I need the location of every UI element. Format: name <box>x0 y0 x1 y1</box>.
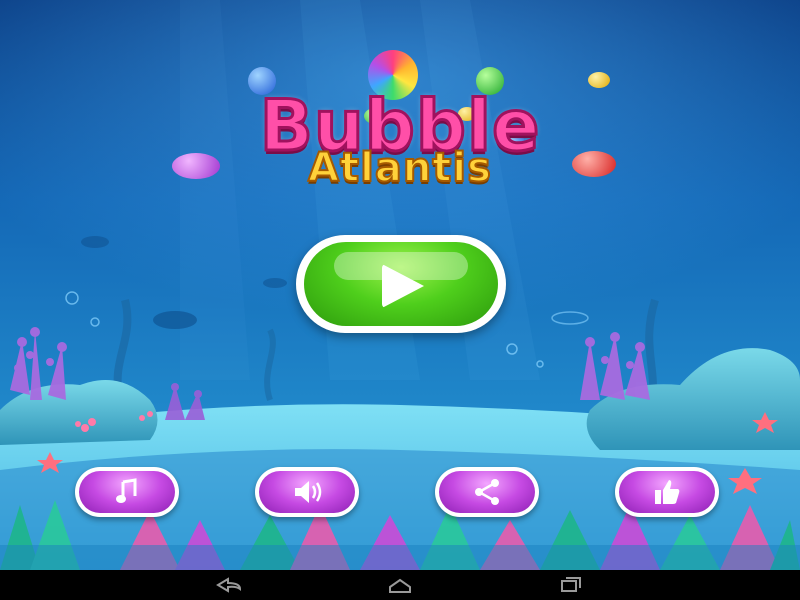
home-icon[interactable] <box>380 575 420 595</box>
play-button[interactable] <box>296 235 506 333</box>
music-button[interactable] <box>75 467 179 517</box>
game-logo: Bubble Atlantis <box>120 45 680 195</box>
back-arrow-icon[interactable] <box>210 575 250 595</box>
logo-title-atlantis: Atlantis <box>307 144 492 192</box>
game-scene: Bubble Atlantis <box>0 0 800 570</box>
share-button[interactable] <box>435 467 539 517</box>
play-icon <box>382 264 424 308</box>
sound-button[interactable] <box>255 467 359 517</box>
recent-apps-icon[interactable] <box>550 575 590 595</box>
music-note-icon <box>116 478 137 503</box>
thumbs-up-icon <box>655 480 680 504</box>
share-icon <box>475 479 499 505</box>
speaker-icon <box>295 481 322 503</box>
system-navigation-bar <box>0 570 800 600</box>
play-button-face <box>304 242 498 326</box>
like-button[interactable] <box>615 467 719 517</box>
